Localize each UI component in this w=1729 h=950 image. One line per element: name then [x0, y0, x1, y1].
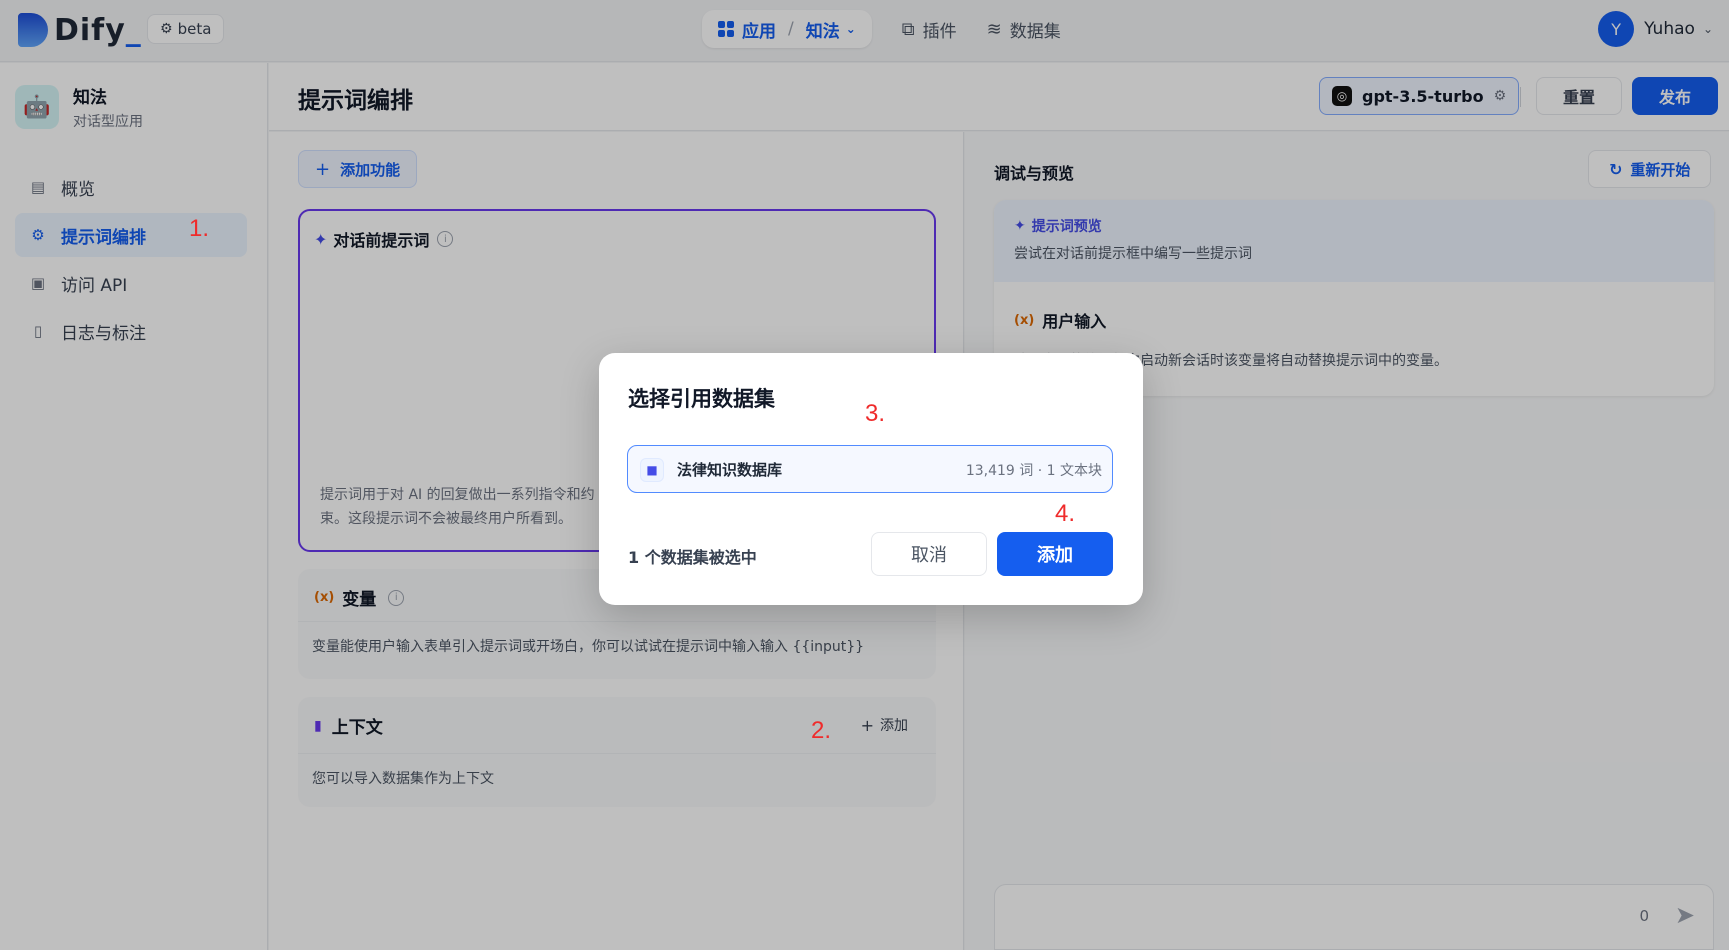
step-annotation-1: 1.	[189, 215, 210, 242]
step-annotation-2: 2.	[811, 717, 832, 744]
folder-icon: ■	[640, 458, 664, 482]
modal-title: 选择引用数据集	[628, 387, 775, 411]
add-button[interactable]: 添加	[997, 532, 1113, 576]
step-annotation-3: 3.	[865, 400, 886, 427]
step-annotation-4: 4.	[1055, 500, 1076, 527]
dataset-meta: 13,419 词 · 1 文本块	[965, 463, 1102, 479]
dataset-name: 法律知识数据库	[677, 461, 783, 479]
dataset-list-item[interactable]: ■ 法律知识数据库 13,419 词 · 1 文本块	[627, 445, 1113, 493]
cancel-button[interactable]: 取消	[871, 532, 987, 576]
select-dataset-modal: 选择引用数据集 ■ 法律知识数据库 13,419 词 · 1 文本块 1 个数据…	[599, 353, 1143, 605]
selected-count: 1 个数据集被选中	[628, 548, 757, 567]
